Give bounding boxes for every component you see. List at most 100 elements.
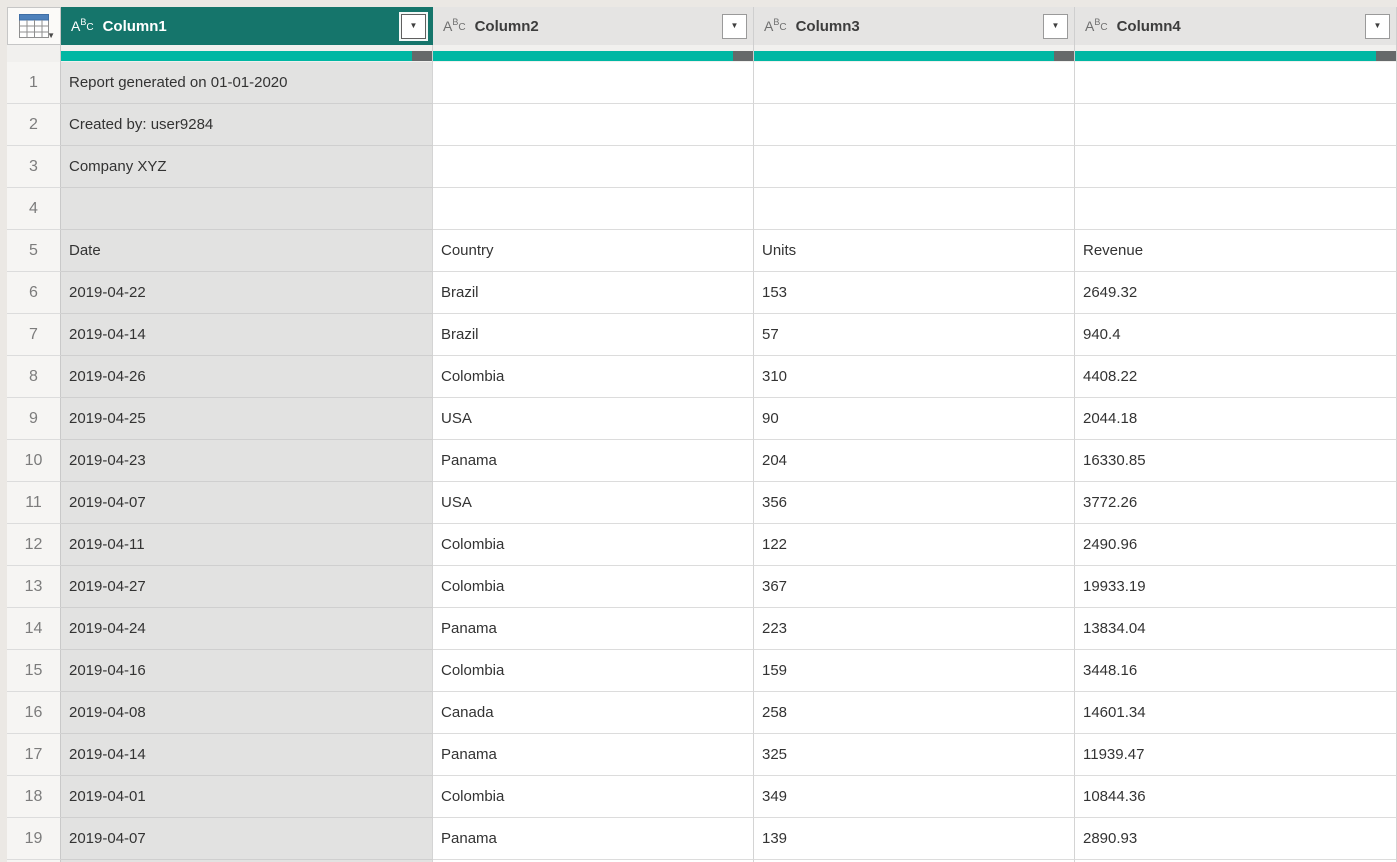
text-type-icon: ABC (443, 16, 466, 34)
cell-column2[interactable]: Panama (433, 440, 754, 482)
cell-column1[interactable]: 2019-04-08 (61, 692, 433, 734)
cell-column1[interactable]: 2019-04-22 (61, 272, 433, 314)
cell-column1[interactable]: Date (61, 230, 433, 272)
cell-column4[interactable]: 4408.22 (1075, 356, 1397, 398)
select-all-button[interactable]: ▼ (7, 7, 61, 45)
cell-column2[interactable]: USA (433, 398, 754, 440)
cell-column4[interactable]: 2890.93 (1075, 818, 1397, 860)
cell-column2[interactable]: Colombia (433, 776, 754, 818)
cell-column3[interactable]: 57 (754, 314, 1075, 356)
cell-column4[interactable]: 2649.32 (1075, 272, 1397, 314)
cell-column1[interactable]: 2019-04-24 (61, 608, 433, 650)
cell-column3[interactable] (754, 188, 1075, 230)
cell-column3[interactable]: 258 (754, 692, 1075, 734)
quality-valid-segment (61, 51, 432, 61)
filter-button[interactable]: ▼ (1043, 13, 1068, 39)
cell-column1[interactable]: Company XYZ (61, 146, 433, 188)
cell-column2[interactable]: Panama (433, 734, 754, 776)
cell-column4[interactable]: Revenue (1075, 230, 1397, 272)
cell-column2[interactable]: USA (433, 482, 754, 524)
table-row: 19 2019-04-07 Panama 139 2890.93 (7, 818, 1397, 860)
cell-column2[interactable] (433, 188, 754, 230)
cell-column1[interactable]: 2019-04-26 (61, 356, 433, 398)
cell-column2[interactable]: Brazil (433, 272, 754, 314)
cell-column2[interactable] (433, 62, 754, 104)
column-quality-bar (61, 45, 433, 62)
cell-column2[interactable] (433, 104, 754, 146)
table-row: 13 2019-04-27 Colombia 367 19933.19 (7, 566, 1397, 608)
filter-button[interactable]: ▼ (401, 13, 426, 39)
cell-column3[interactable]: 310 (754, 356, 1075, 398)
cell-column3[interactable]: 90 (754, 398, 1075, 440)
cell-column1[interactable]: Created by: user9284 (61, 104, 433, 146)
cell-column1[interactable]: 2019-04-23 (61, 440, 433, 482)
cell-column4[interactable]: 11939.47 (1075, 734, 1397, 776)
cell-column4[interactable]: 2490.96 (1075, 524, 1397, 566)
cell-column4[interactable] (1075, 104, 1397, 146)
cell-column4[interactable]: 16330.85 (1075, 440, 1397, 482)
cell-column1[interactable]: Report generated on 01-01-2020 (61, 62, 433, 104)
cell-column4[interactable]: 14601.34 (1075, 692, 1397, 734)
cell-column1[interactable]: 2019-04-14 (61, 314, 433, 356)
table-row: 4 (7, 188, 1397, 230)
cell-column2[interactable]: Brazil (433, 314, 754, 356)
cell-column3[interactable]: 204 (754, 440, 1075, 482)
cell-column2[interactable]: Colombia (433, 524, 754, 566)
cell-column3[interactable]: 139 (754, 818, 1075, 860)
cell-column3[interactable] (754, 146, 1075, 188)
cell-column3[interactable]: 367 (754, 566, 1075, 608)
cell-column2[interactable]: Canada (433, 692, 754, 734)
cell-column2[interactable] (433, 146, 754, 188)
cell-column1[interactable]: 2019-04-27 (61, 566, 433, 608)
cell-column3[interactable]: 122 (754, 524, 1075, 566)
row-number: 4 (7, 188, 61, 230)
cell-column4[interactable]: 3772.26 (1075, 482, 1397, 524)
cell-column3[interactable]: 159 (754, 650, 1075, 692)
cell-column3[interactable]: 356 (754, 482, 1075, 524)
cell-column2[interactable]: Panama (433, 608, 754, 650)
cell-column4[interactable]: 13834.04 (1075, 608, 1397, 650)
cell-column1[interactable]: 2019-04-16 (61, 650, 433, 692)
cell-column4[interactable]: 940.4 (1075, 314, 1397, 356)
filter-button[interactable]: ▼ (722, 13, 747, 39)
cell-column2[interactable]: Colombia (433, 356, 754, 398)
cell-column4[interactable]: 2044.18 (1075, 398, 1397, 440)
quality-empty-segment (1376, 51, 1396, 61)
cell-column3[interactable]: 325 (754, 734, 1075, 776)
filter-button[interactable]: ▼ (1365, 13, 1390, 39)
column-header-column4[interactable]: ABC Column4 ▼ (1075, 7, 1397, 45)
table-row: 2 Created by: user9284 (7, 104, 1397, 146)
cell-column3[interactable]: 223 (754, 608, 1075, 650)
cell-column4[interactable]: 19933.19 (1075, 566, 1397, 608)
cell-column1[interactable]: 2019-04-01 (61, 776, 433, 818)
cell-column4[interactable] (1075, 62, 1397, 104)
cell-column2[interactable]: Colombia (433, 566, 754, 608)
row-number: 2 (7, 104, 61, 146)
cell-column4[interactable]: 3448.16 (1075, 650, 1397, 692)
row-number: 18 (7, 776, 61, 818)
cell-column4[interactable] (1075, 146, 1397, 188)
cell-column4[interactable]: 10844.36 (1075, 776, 1397, 818)
cell-column1[interactable]: 2019-04-14 (61, 734, 433, 776)
cell-column3[interactable] (754, 104, 1075, 146)
column-header-column3[interactable]: ABC Column3 ▼ (754, 7, 1075, 45)
cell-column1[interactable]: 2019-04-07 (61, 818, 433, 860)
cell-column1[interactable] (61, 188, 433, 230)
cell-column3[interactable]: 153 (754, 272, 1075, 314)
cell-column1[interactable]: 2019-04-11 (61, 524, 433, 566)
cell-column1[interactable]: 2019-04-25 (61, 398, 433, 440)
table-icon (19, 14, 49, 38)
cell-column1[interactable]: 2019-04-07 (61, 482, 433, 524)
cell-column2[interactable]: Country (433, 230, 754, 272)
cell-column2[interactable]: Panama (433, 818, 754, 860)
quality-valid-segment (754, 51, 1074, 61)
column-quality-bar (1075, 45, 1397, 62)
table-row: 9 2019-04-25 USA 90 2044.18 (7, 398, 1397, 440)
cell-column3[interactable] (754, 62, 1075, 104)
column-header-column1[interactable]: ABC Column1 ▼ (61, 7, 433, 45)
column-header-column2[interactable]: ABC Column2 ▼ (433, 7, 754, 45)
cell-column3[interactable]: Units (754, 230, 1075, 272)
cell-column2[interactable]: Colombia (433, 650, 754, 692)
cell-column4[interactable] (1075, 188, 1397, 230)
cell-column3[interactable]: 349 (754, 776, 1075, 818)
